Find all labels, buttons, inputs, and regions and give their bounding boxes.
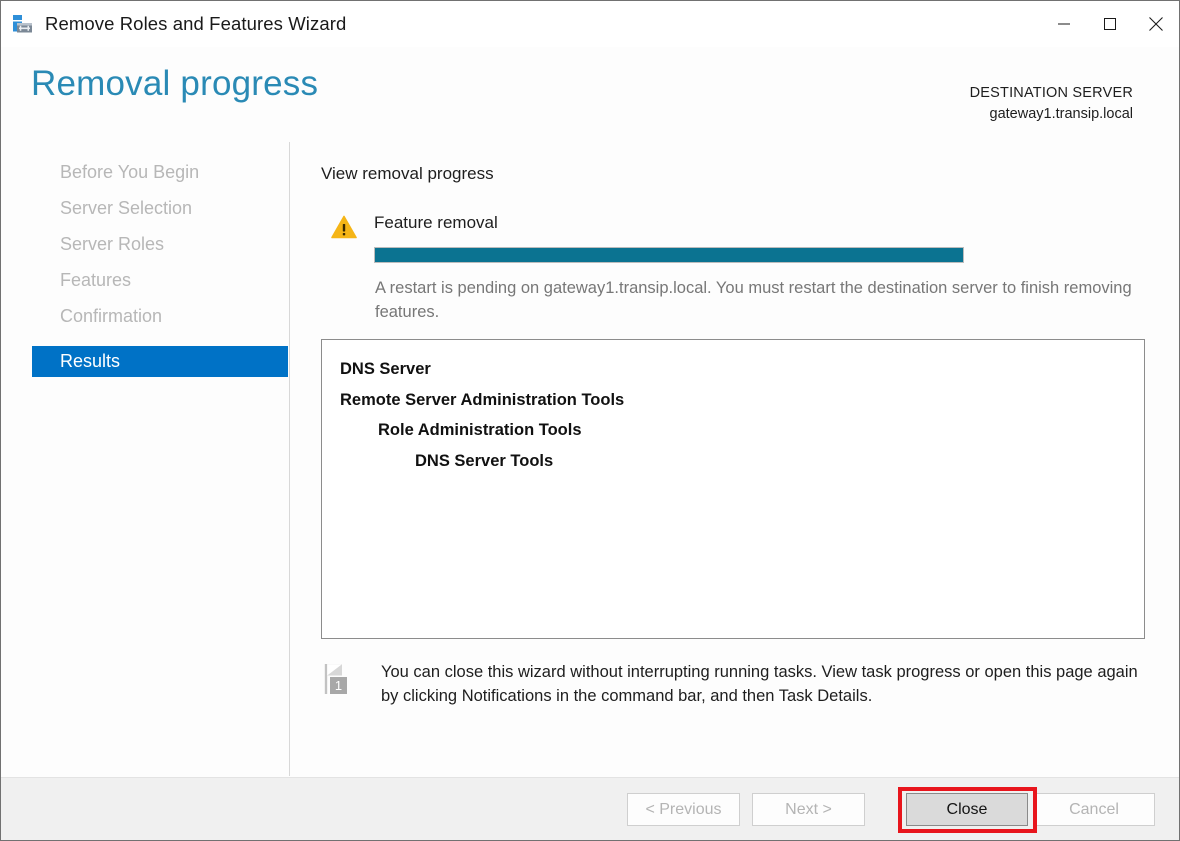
- status-label: Feature removal: [374, 213, 498, 232]
- minimize-icon[interactable]: [1041, 1, 1087, 47]
- notification-badge-count: 1: [335, 678, 342, 693]
- sidebar-item-label: Server Roles: [60, 234, 165, 254]
- removal-progress-bar: [374, 247, 964, 263]
- sidebar-item-label: Confirmation: [60, 306, 163, 326]
- destination-server-name: gateway1.transip.local: [989, 106, 1133, 123]
- window-controls: [1041, 1, 1179, 47]
- warning-triangle-icon: [331, 215, 357, 239]
- destination-server-block: DESTINATION SERVER gateway1.transip.loca…: [970, 83, 1133, 125]
- sidebar-item-server-selection[interactable]: Server Selection: [32, 193, 287, 224]
- section-heading: View removal progress: [321, 164, 494, 183]
- list-item: Remote Server Administration Tools: [340, 390, 625, 409]
- wizard-steps-sidebar: Before You Begin Server Selection Server…: [1, 142, 290, 776]
- sidebar-item-results[interactable]: Results: [32, 346, 288, 377]
- close-icon[interactable]: [1133, 1, 1179, 47]
- next-button[interactable]: Next >: [752, 793, 865, 826]
- sidebar-item-label: Server Selection: [60, 198, 193, 218]
- wizard-header: Removal progress DESTINATION SERVER gate…: [1, 48, 1179, 142]
- title-bar: Remove Roles and Features Wizard: [1, 1, 1179, 47]
- progress-bar-fill: [375, 248, 963, 262]
- sidebar-item-confirmation[interactable]: Confirmation: [32, 301, 287, 332]
- sidebar-item-features[interactable]: Features: [32, 265, 287, 296]
- notification-flag-icon: 1: [321, 661, 355, 703]
- close-button[interactable]: Close: [906, 793, 1028, 826]
- sidebar-item-label: Features: [60, 270, 132, 290]
- page-title: Removal progress: [31, 64, 319, 103]
- wizard-footer: < Previous Next > Close Cancel: [1, 777, 1179, 840]
- main-content: View removal progress Feature removal A …: [291, 142, 1179, 776]
- sidebar-item-label: Before You Begin: [60, 162, 200, 182]
- sidebar-item-label: Results: [60, 351, 121, 371]
- status-message: A restart is pending on gateway1.transip…: [375, 279, 1132, 322]
- cancel-button[interactable]: Cancel: [1033, 793, 1155, 826]
- list-item: DNS Server Tools: [415, 451, 554, 470]
- sidebar-item-server-roles[interactable]: Server Roles: [32, 229, 287, 260]
- remove-roles-and-features-wizard-window: Remove Roles and Features Wizard Removal…: [0, 0, 1180, 841]
- removed-components-list[interactable]: DNS Server Remote Server Administration …: [321, 339, 1145, 639]
- list-item: DNS Server: [340, 360, 431, 378]
- destination-server-label: DESTINATION SERVER: [969, 85, 1133, 101]
- notification-note-text: You can close this wizard without interr…: [381, 663, 1138, 706]
- server-roles-icon: [11, 12, 35, 36]
- maximize-icon[interactable]: [1087, 1, 1133, 47]
- sidebar-item-before-you-begin[interactable]: Before You Begin: [32, 157, 287, 188]
- previous-button[interactable]: < Previous: [627, 793, 740, 826]
- notification-note: 1 You can close this wizard without inte…: [321, 660, 1151, 709]
- list-item: Role Administration Tools: [378, 421, 582, 439]
- window-title: Remove Roles and Features Wizard: [45, 13, 347, 34]
